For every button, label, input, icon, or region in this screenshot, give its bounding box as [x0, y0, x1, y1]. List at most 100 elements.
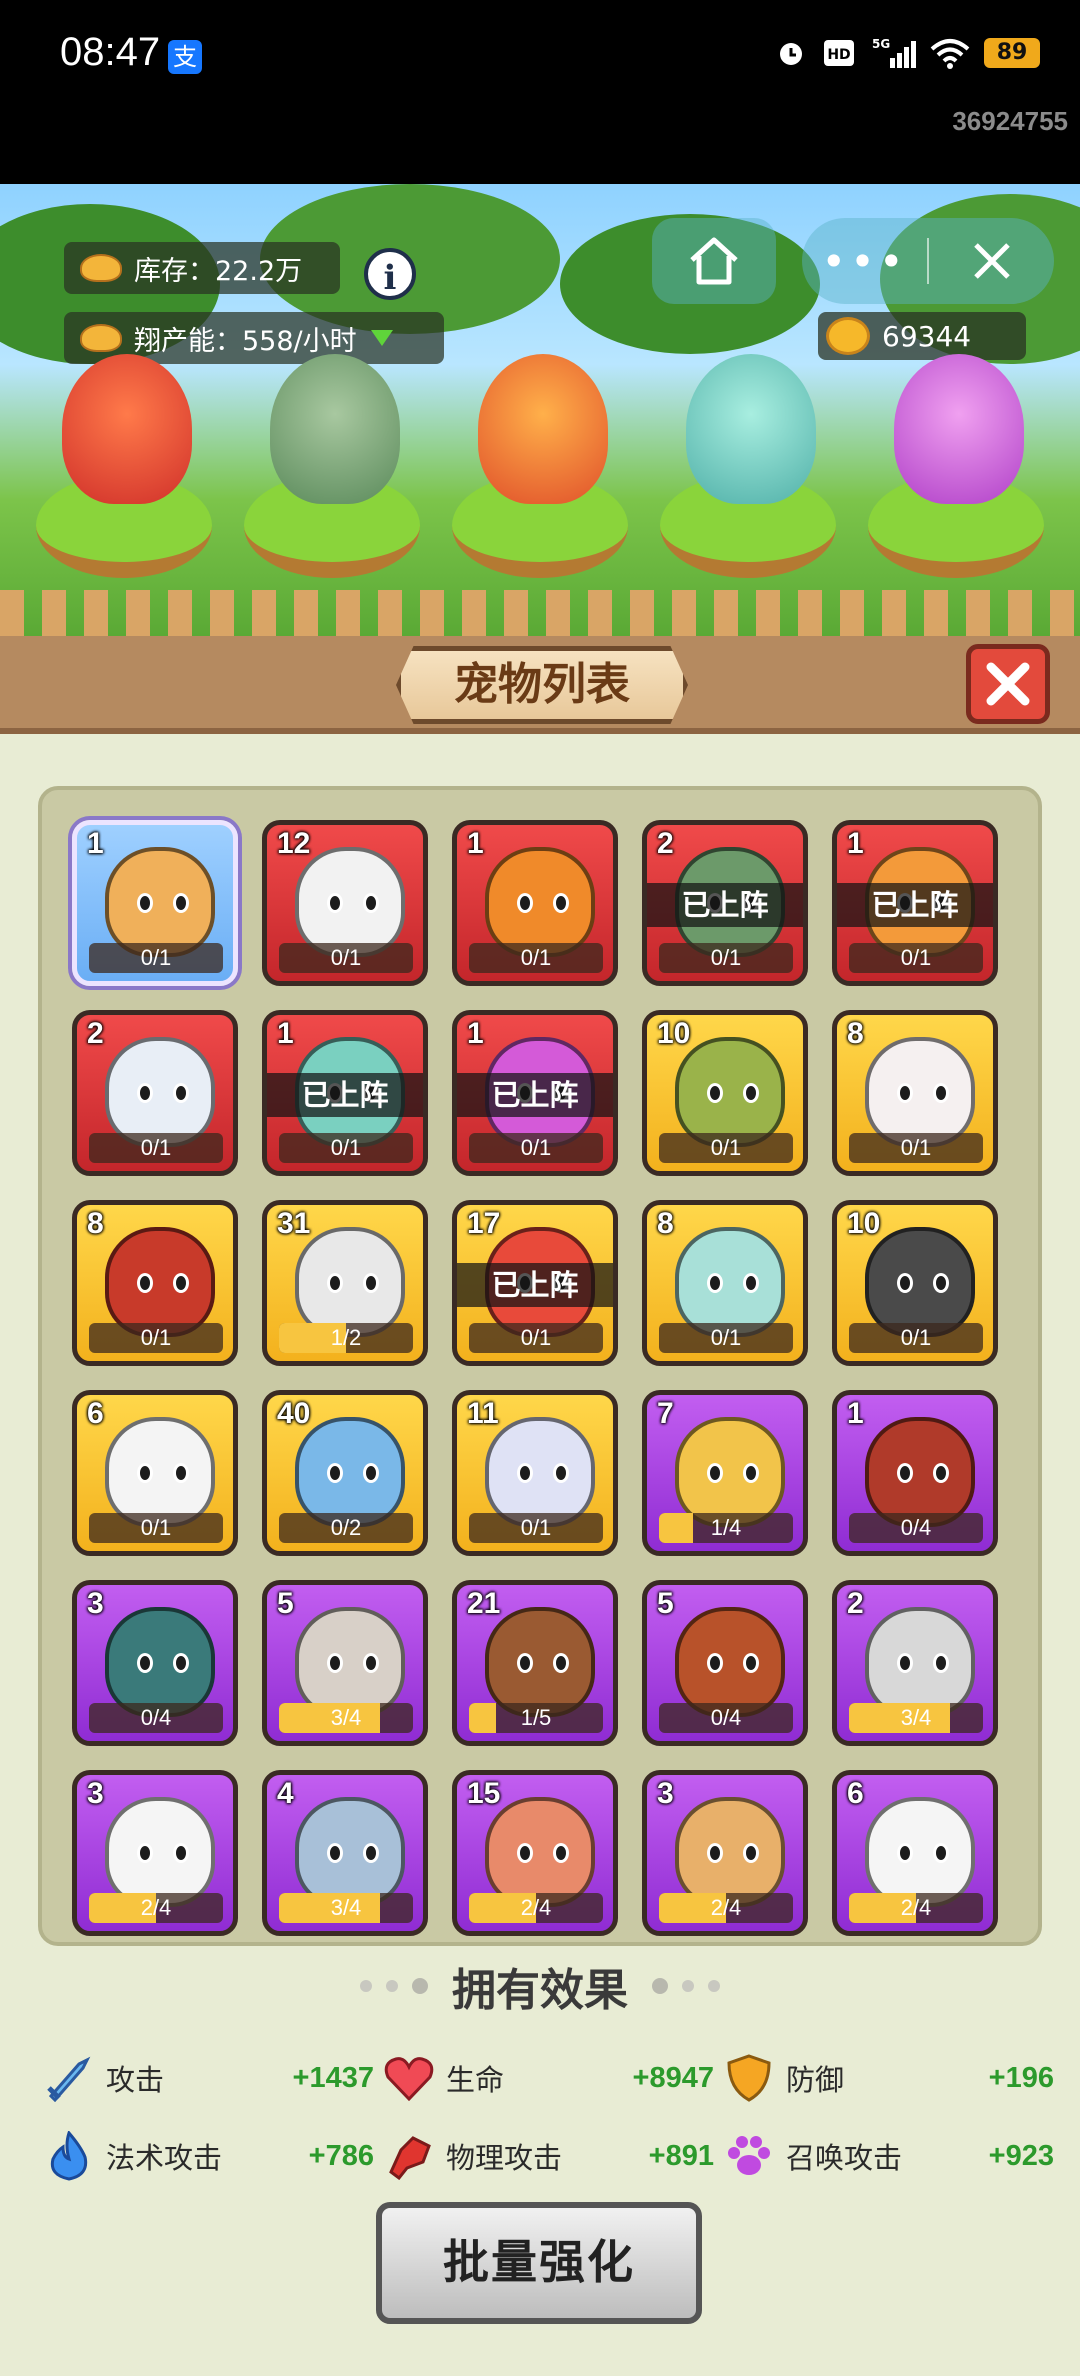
pet-card-red-horse[interactable]: 8 0/1 — [72, 1200, 238, 1366]
shard-count: 3/4 — [330, 1895, 362, 1920]
pet-card-wolf[interactable]: 4 3/4 — [262, 1770, 428, 1936]
info-button[interactable]: i — [364, 248, 416, 300]
pet-eye — [173, 1083, 189, 1103]
deployed-badge: 已上阵 — [647, 883, 803, 927]
pet-card-panda[interactable]: 6 0/1 — [72, 1390, 238, 1556]
pet-card-bear[interactable]: 21 1/5 — [452, 1580, 618, 1746]
pet-card-red-panda[interactable]: 5 0/4 — [642, 1580, 808, 1746]
pet-card-gorilla[interactable]: 10 0/1 — [832, 1200, 998, 1366]
pet-card-elephant[interactable]: 40 0/2 — [262, 1390, 428, 1556]
pet-eye — [897, 1083, 913, 1103]
pet-card-butterfly[interactable]: 1 0/1 已上阵 — [452, 1010, 618, 1176]
stage-pet-azure-dragon[interactable] — [686, 354, 816, 504]
pet-level: 17 — [467, 1207, 501, 1240]
pet-eye — [933, 1653, 949, 1673]
deployed-badge: 已上阵 — [267, 1073, 423, 1117]
pet-level: 12 — [277, 827, 311, 860]
pet-eye — [743, 1273, 759, 1293]
batch-upgrade-button[interactable]: 批量强化 — [376, 2202, 702, 2324]
pet-eye — [933, 1273, 949, 1293]
pet-card-frog[interactable]: 10 0/1 — [642, 1010, 808, 1176]
close-miniprogram-button[interactable] — [929, 218, 1054, 304]
pet-card-deer[interactable]: 8 0/1 — [642, 1200, 808, 1366]
unicorn-portrait — [485, 1417, 595, 1527]
pet-card-phoenix[interactable]: 1 0/1 已上阵 — [832, 820, 998, 986]
more-button[interactable]: ••• — [802, 218, 927, 304]
pet-card-raccoon[interactable]: 2 3/4 — [832, 1580, 998, 1746]
pet-card-rabbit[interactable]: 6 2/4 — [832, 1770, 998, 1936]
flame-icon — [44, 2131, 94, 2181]
pet-card-dragon-turtle[interactable]: 2 0/1 已上阵 — [642, 820, 808, 986]
pet-eye — [137, 1463, 153, 1483]
pet-level: 1 — [467, 1017, 484, 1050]
shard-progress-bar: 0/1 — [279, 943, 413, 973]
pet-level: 8 — [847, 1017, 864, 1050]
pet-list-panel: 宠物列表 1 0/1 12 0/1 1 0/1 2 0/1 已上阵 1 0/1 已上阵 2 0/1 1 0/1… — [0, 636, 1080, 2376]
pet-card-azure-dragon[interactable]: 1 0/1 已上阵 — [262, 1010, 428, 1176]
stage-pet-butterfly[interactable] — [894, 354, 1024, 504]
pet-eye — [137, 1273, 153, 1293]
pet-level: 3 — [657, 1777, 674, 1810]
pet-grid-container[interactable]: 1 0/1 12 0/1 1 0/1 2 0/1 已上阵 1 0/1 已上阵 2 0/1 1 0/1 已上阵 1 0… — [38, 786, 1042, 1946]
pet-level: 10 — [657, 1017, 691, 1050]
shard-count: 1/5 — [520, 1705, 552, 1730]
pet-eye — [933, 1463, 949, 1483]
pet-eye — [137, 1653, 153, 1673]
shard-count: 0/1 — [140, 945, 172, 970]
pet-card-shiba[interactable]: 3 2/4 — [642, 1770, 808, 1936]
pet-card-crocodile[interactable]: 3 0/4 — [72, 1580, 238, 1746]
shard-progress-bar: 0/1 — [659, 1323, 793, 1353]
shard-count: 0/1 — [140, 1135, 172, 1160]
pet-card-unicorn[interactable]: 11 0/1 — [452, 1390, 618, 1556]
pet-eye — [173, 1463, 189, 1483]
pet-level: 1 — [467, 827, 484, 860]
pet-card-white-tiger[interactable]: 2 0/1 — [72, 1010, 238, 1176]
pet-eye — [363, 1843, 379, 1863]
cat-portrait — [295, 1607, 405, 1717]
shard-count: 0/1 — [520, 945, 552, 970]
stage-pet-goldfish[interactable] — [62, 354, 192, 504]
shard-progress-bar: 1/5 — [469, 1703, 603, 1733]
pet-eye — [707, 1653, 723, 1673]
shard-progress-bar: 0/1 — [279, 1133, 413, 1163]
stage-pet-phoenix[interactable] — [478, 354, 608, 504]
crocodile-portrait — [105, 1607, 215, 1717]
pet-card-cat[interactable]: 5 3/4 — [262, 1580, 428, 1746]
stat-summon-attack: 召唤攻击 +923 — [724, 2126, 1054, 2186]
shard-count: 0/1 — [520, 1135, 552, 1160]
shard-count: 0/1 — [330, 1135, 362, 1160]
svg-text:HD: HD — [827, 47, 850, 63]
shard-progress-bar: 0/1 — [659, 943, 793, 973]
pet-card-triceratops[interactable]: 1 0/1 — [452, 820, 618, 986]
shard-count: 0/1 — [330, 945, 362, 970]
pet-card-leopard[interactable]: 7 1/4 — [642, 1390, 808, 1556]
pet-eye — [517, 893, 533, 913]
panel-header: 宠物列表 — [0, 636, 1080, 734]
pet-eye — [137, 1083, 153, 1103]
panel-close-button[interactable] — [966, 644, 1050, 724]
pet-card-goldfish[interactable]: 17 0/1 已上阵 — [452, 1200, 618, 1366]
shiba-portrait — [675, 1797, 785, 1907]
pet-card-bald-eagle[interactable]: 3 2/4 — [72, 1770, 238, 1936]
shield-icon — [724, 2053, 774, 2103]
stage-pet-dragon-turtle[interactable] — [270, 354, 400, 504]
shard-progress-bar: 0/1 — [849, 943, 983, 973]
lion-portrait — [105, 847, 215, 957]
shard-count: 0/1 — [520, 1325, 552, 1350]
effects-header: 拥有效果 — [0, 1956, 1080, 2016]
pet-card-rooster[interactable]: 1 0/4 — [832, 1390, 998, 1556]
pet-eye — [933, 1083, 949, 1103]
pet-level: 40 — [277, 1397, 311, 1430]
pet-eye — [327, 893, 343, 913]
pet-level: 1 — [277, 1017, 294, 1050]
home-button[interactable] — [652, 218, 776, 304]
pet-level: 8 — [87, 1207, 104, 1240]
pet-card-fox[interactable]: 8 0/1 — [832, 1010, 998, 1176]
shard-progress-bar: 0/1 — [89, 1133, 223, 1163]
pet-card-lion-dance[interactable]: 31 1/2 — [262, 1200, 428, 1366]
shard-progress-bar: 1/2 — [279, 1323, 413, 1353]
pet-card-lion[interactable]: 1 0/1 — [72, 820, 238, 986]
pet-card-eagle[interactable]: 12 0/1 — [262, 820, 428, 986]
close-icon — [986, 662, 1030, 706]
pet-card-octopus[interactable]: 15 2/4 — [452, 1770, 618, 1936]
